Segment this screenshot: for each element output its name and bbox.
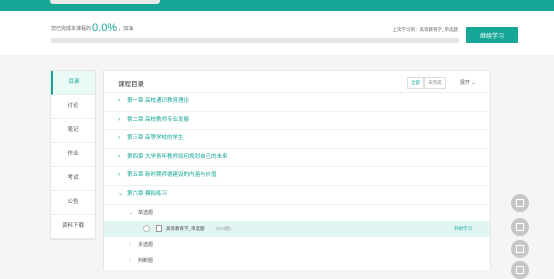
chapter-label: 第三章 高等学校的学生 [127,135,184,142]
last-study-text[interactable]: 上次学习到：高等教育学_单选题 [392,27,458,33]
chevron-right-icon: › [118,172,120,179]
nav-item-exam[interactable]: 考试 [51,167,95,191]
filter-all-button[interactable]: 全部 [407,77,424,89]
nav-item-notes[interactable]: 笔记 [51,119,95,143]
question-count: (104题) [216,225,232,231]
chapter-item[interactable]: › 第一章 高校通识教育理论 [104,93,490,112]
chapter-label: 第四章 大学青年教师如何规划自己的未来 [127,153,228,160]
chapter-list: › 第一章 高校通识教育理论 › 第二章 高校教师专业发展 › 第三章 高等学校的学生… [104,93,490,269]
section-label: 单选题 [138,209,154,216]
chat-icon [516,199,524,207]
catalog-filter: 全部 未完成 [407,77,446,89]
progress-panel: 您已完成本课程的0.0%，加油 上次学习到：高等教育学_单选题 继续学习 [0,11,554,55]
chapter-item[interactable]: › 第五章 新时期师德建设的内涵与价值 [104,167,490,186]
progress-text: 您已完成本课程的0.0%，加油 [51,22,133,34]
chevron-down-icon: ⌄ [118,190,124,197]
chevron-right-icon: › [118,116,120,123]
nav-item-homework[interactable]: 作业 [51,143,95,167]
filter-unfinished-button[interactable]: 未完成 [424,77,446,89]
expand-toggle[interactable]: 展开 ⌄ [460,79,476,86]
nav-item-catalog[interactable]: 目录 [51,71,95,95]
expand-label: 展开 [460,80,471,86]
start-study-link[interactable]: 开始学习 [454,221,472,237]
progress-bar [51,38,459,43]
side-nav: 目录 讨论 笔记 作业 考试 公告 资料下载 [50,70,96,240]
document-icon [156,224,162,232]
chapter-item[interactable]: › 第三章 高等学校的学生 [104,130,490,149]
chevron-right-icon: › [118,98,120,104]
progress-prefix: 您已完成本课程的 [51,26,92,32]
more-float-button[interactable] [511,261,529,279]
lesson-title[interactable]: 高等教育学_单选题 [166,221,205,237]
continue-study-button[interactable]: 继续学习 [466,27,518,43]
chapter-label: 第二章 高校教师专业发展 [127,116,190,123]
chevron-down-icon: ⌄ [129,209,134,216]
nav-item-discussion[interactable]: 讨论 [51,95,95,119]
chapter-item[interactable]: › 第二章 高校教师专业发展 [104,112,490,131]
chapter-item-expanded[interactable]: ⌄ 第六章 模拟练习 [104,186,490,205]
chapter-label: 第一章 高校通识教育理论 [127,98,190,104]
nav-item-downloads[interactable]: 资料下载 [51,215,95,239]
nav-item-announcement[interactable]: 公告 [51,191,95,215]
section-true-false[interactable]: › 判断题 [104,253,490,269]
document-icon [516,245,524,253]
chat-float-button[interactable] [511,194,529,212]
chevron-right-icon: › [129,257,131,264]
section-label: 判断题 [138,257,154,264]
section-multi-choice[interactable]: › 多选题 [104,237,490,253]
progress-suffix: ，加油 [118,26,134,32]
chevron-right-icon: › [129,241,131,248]
chapter-label: 第六章 模拟练习 [127,190,168,197]
edit-icon [516,223,524,231]
note-float-button[interactable] [511,218,529,236]
section-single-choice[interactable]: ⌄ 单选题 [104,205,490,221]
lesson-row[interactable]: 高等教育学_单选题 (104题) 开始学习 [104,220,490,237]
section-label: 多选题 [138,241,154,248]
completion-radio [143,224,150,232]
top-banner [0,0,554,11]
catalog-title: 课程目录 [118,81,144,88]
document-float-button[interactable] [511,240,529,258]
course-thumbnail [50,0,160,4]
chevron-down-icon: ⌄ [471,80,476,86]
catalog-panel: 课程目录 全部 未完成 展开 ⌄ › 第一章 高校通识教育理论 › 第二章 高校教师… [103,70,491,270]
arrow-up-icon [516,266,524,274]
chapter-item[interactable]: › 第四章 大学青年教师如何规划自己的未来 [104,149,490,168]
chapter-label: 第五章 新时期师德建设的内涵与价值 [127,172,217,179]
progress-percent: 0.0% [92,22,118,34]
chevron-right-icon: › [118,135,120,142]
chevron-right-icon: › [118,153,120,160]
